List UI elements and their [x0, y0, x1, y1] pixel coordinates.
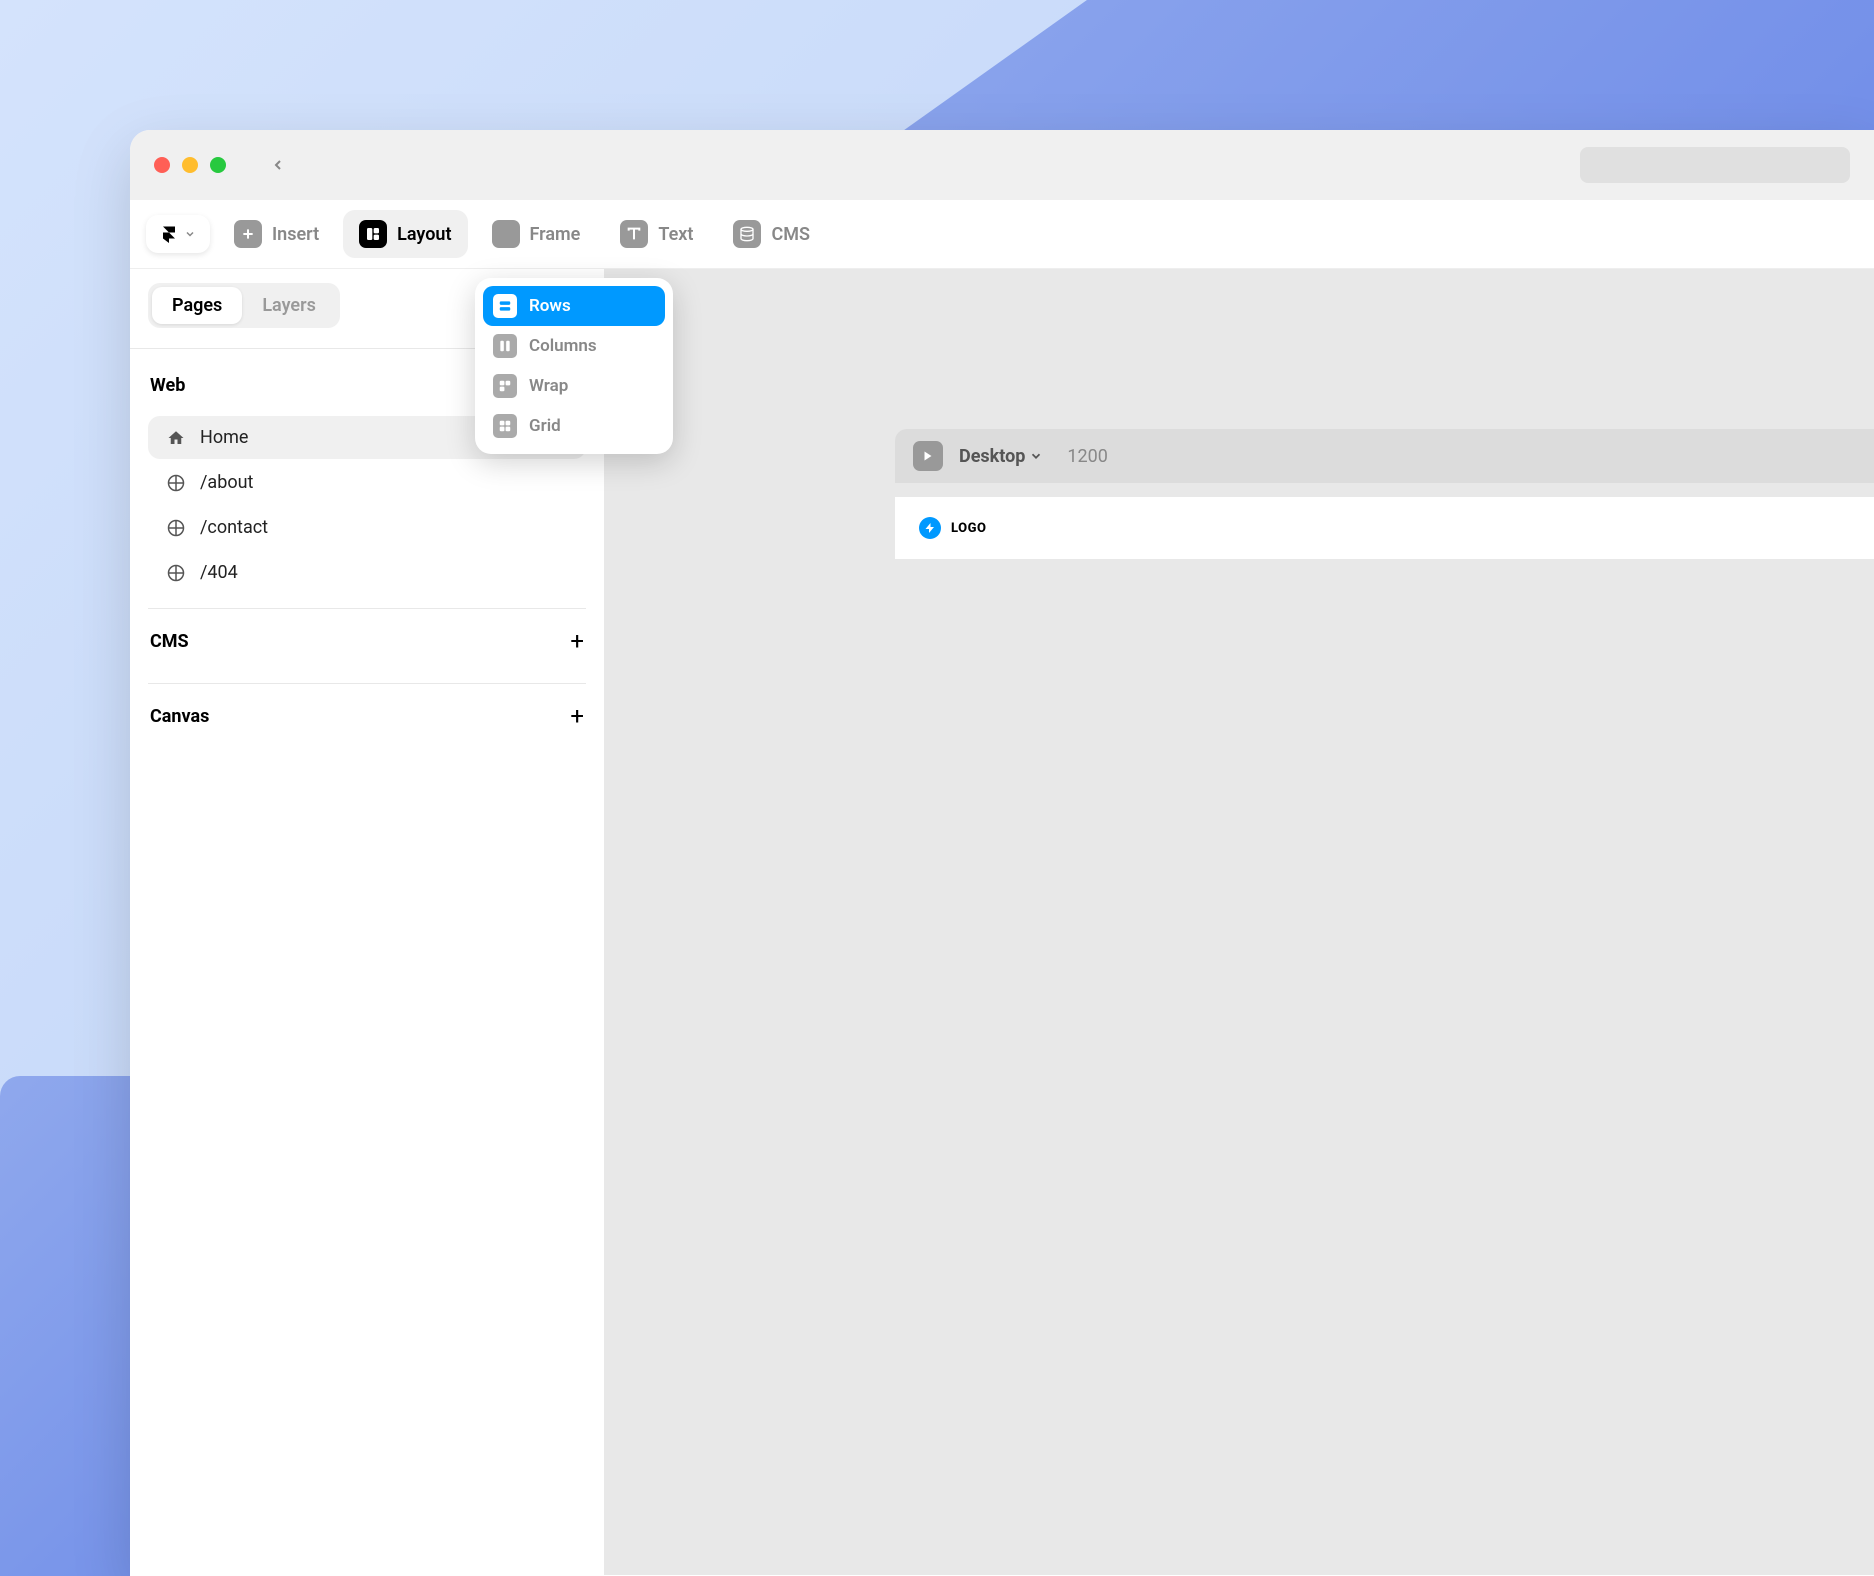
add-canvas-button[interactable]: + [570, 702, 584, 730]
title-search-bar[interactable] [1580, 147, 1850, 183]
close-window-button[interactable] [154, 157, 170, 173]
breakpoint-bar: Desktop 1200 [895, 429, 1874, 483]
app-window: Insert Layout Frame Text CMS [130, 130, 1874, 1576]
title-bar [130, 130, 1874, 200]
framer-logo-icon [160, 225, 178, 243]
dropdown-label: Columns [529, 336, 597, 356]
page-label: /contact [200, 517, 268, 538]
page-label: /404 [200, 562, 238, 583]
page-label: /about [200, 472, 253, 493]
globe-icon [166, 563, 186, 583]
sidebar-tab-switcher: Pages Layers [148, 283, 340, 328]
plus-icon [234, 220, 262, 248]
dropdown-label: Grid [529, 416, 561, 436]
section-title: Canvas [150, 706, 209, 727]
add-cms-button[interactable]: + [570, 627, 584, 655]
app-logo-menu[interactable] [146, 215, 210, 253]
minimize-window-button[interactable] [182, 157, 198, 173]
toolbar-item-text[interactable]: Text [604, 210, 709, 258]
tab-pages[interactable]: Pages [152, 287, 242, 324]
dropdown-label: Wrap [529, 376, 568, 396]
canvas-frame[interactable]: LOGO [895, 497, 1874, 559]
toolbar-item-layout[interactable]: Layout [343, 210, 467, 258]
globe-icon [166, 473, 186, 493]
rows-icon [493, 294, 517, 318]
page-item-404[interactable]: /404 [148, 551, 586, 594]
breakpoint-width: 1200 [1067, 446, 1107, 467]
dropdown-item-grid[interactable]: Grid [483, 406, 665, 446]
layout-icon [359, 220, 387, 248]
wrap-icon [493, 374, 517, 398]
globe-icon [166, 518, 186, 538]
dropdown-item-rows[interactable]: Rows [483, 286, 665, 326]
maximize-window-button[interactable] [210, 157, 226, 173]
columns-icon [493, 334, 517, 358]
section-title: CMS [150, 631, 189, 652]
toolbar-label: Frame [530, 224, 581, 245]
back-button[interactable] [270, 157, 286, 173]
grid-icon [493, 414, 517, 438]
window-controls [154, 157, 226, 173]
logo-text: LOGO [951, 521, 986, 536]
database-icon [733, 220, 761, 248]
frame-icon [492, 220, 520, 248]
dropdown-item-columns[interactable]: Columns [483, 326, 665, 366]
canvas-area[interactable]: Desktop 1200 LOGO [605, 269, 1874, 1575]
tab-layers[interactable]: Layers [242, 287, 336, 324]
content-area: Pages Layers Web Home /about [130, 269, 1874, 1575]
section-header-canvas: Canvas + [148, 688, 586, 744]
home-icon [166, 428, 186, 448]
layout-dropdown-menu: Rows Columns Wrap Grid [475, 278, 673, 454]
play-button[interactable] [913, 441, 943, 471]
breakpoint-selector[interactable]: Desktop [959, 446, 1043, 467]
chevron-down-icon [1029, 449, 1043, 463]
sidebar: Pages Layers Web Home /about [130, 269, 605, 1575]
toolbar-label: Layout [397, 224, 451, 245]
page-item-about[interactable]: /about [148, 461, 586, 504]
dropdown-label: Rows [529, 296, 571, 316]
section-header-cms: CMS + [148, 613, 586, 669]
toolbar-label: CMS [771, 224, 810, 245]
text-icon [620, 220, 648, 248]
breakpoint-name: Desktop [959, 446, 1025, 467]
toolbar-label: Insert [272, 224, 319, 245]
chevron-down-icon [184, 228, 196, 240]
section-title: Web [150, 375, 185, 396]
toolbar-item-cms[interactable]: CMS [717, 210, 826, 258]
dropdown-item-wrap[interactable]: Wrap [483, 366, 665, 406]
page-item-contact[interactable]: /contact [148, 506, 586, 549]
toolbar-label: Text [658, 224, 693, 245]
page-label: Home [200, 427, 248, 448]
toolbar-item-frame[interactable]: Frame [476, 210, 597, 258]
main-toolbar: Insert Layout Frame Text CMS [130, 200, 1874, 269]
bolt-icon [919, 517, 941, 539]
toolbar-item-insert[interactable]: Insert [218, 210, 335, 258]
